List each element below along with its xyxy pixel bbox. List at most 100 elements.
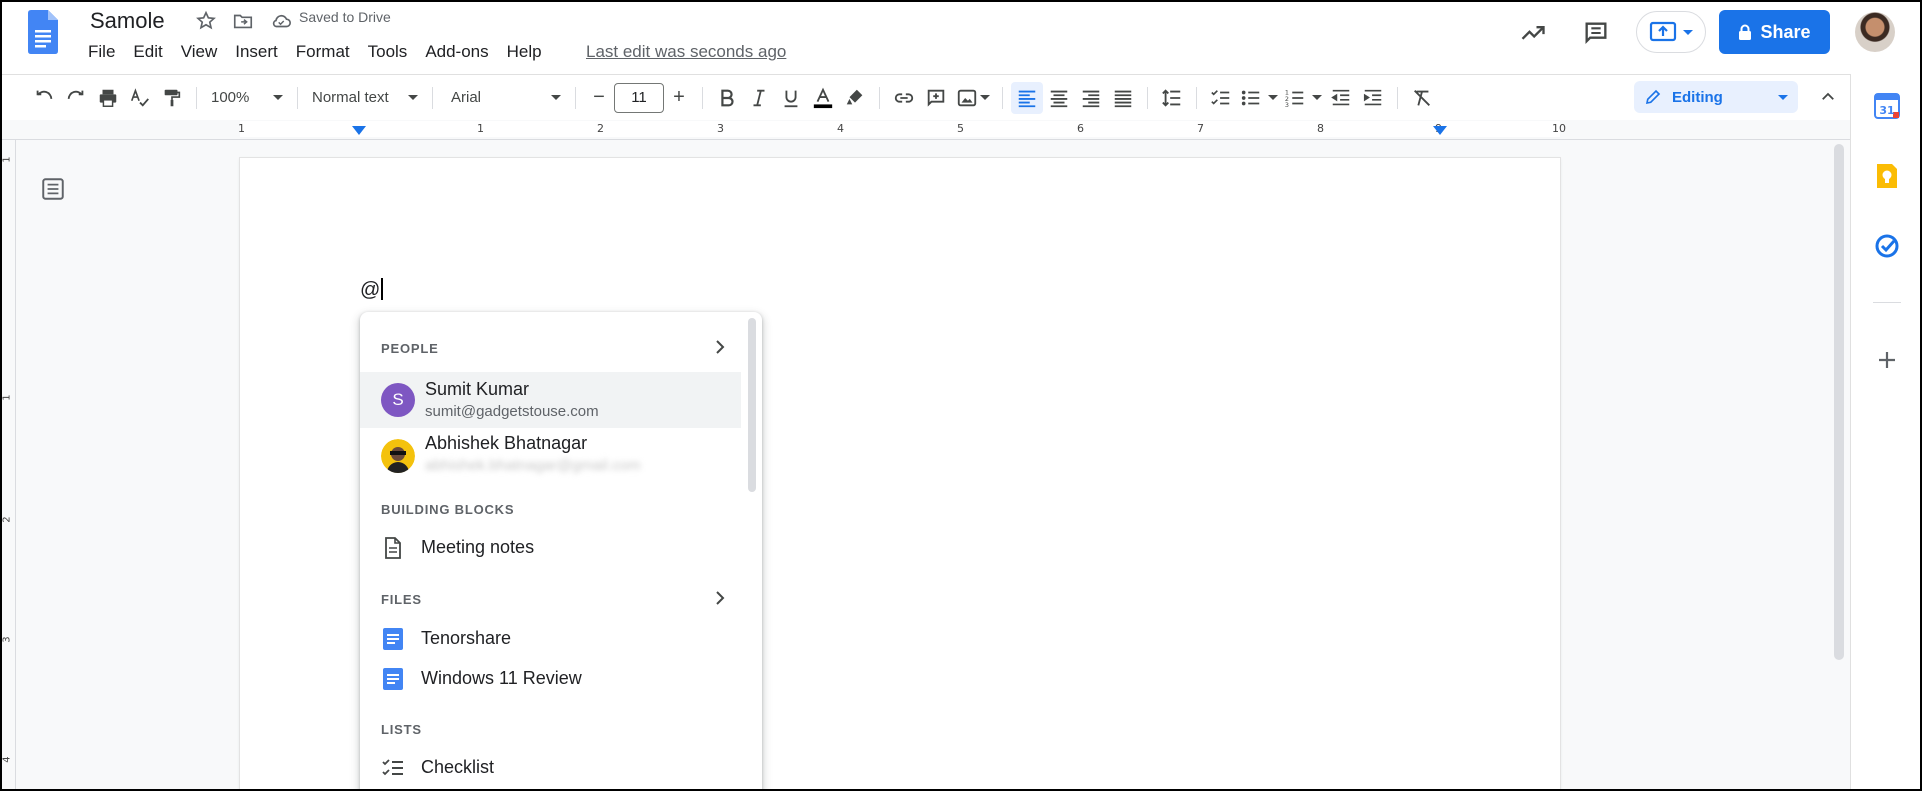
menu-add-ons[interactable]: Add-ons [417, 40, 496, 64]
ruler-number: 1 [1, 156, 13, 163]
chevron-down-icon [551, 95, 561, 100]
app-window: Samole Saved to Drive File Edit View Ins… [0, 0, 1922, 791]
building-block-item-meeting-notes[interactable]: Meeting notes [360, 528, 741, 568]
print-icon[interactable] [92, 82, 124, 114]
bold-icon[interactable] [711, 82, 743, 114]
divider [1002, 86, 1003, 109]
google-keep-icon[interactable] [1873, 162, 1901, 190]
editing-mode-select[interactable]: Editing [1634, 81, 1798, 113]
file-item-windows-11-review[interactable]: Windows 11 Review [360, 660, 741, 698]
right-indent-marker[interactable] [1433, 126, 1447, 135]
align-center-icon[interactable] [1043, 82, 1075, 114]
divider [196, 86, 197, 109]
google-calendar-icon[interactable]: 31 [1873, 92, 1901, 120]
ruler-number: 2 [597, 122, 604, 135]
divider [1397, 86, 1398, 109]
document-outline-icon[interactable] [40, 176, 66, 202]
checklist-icon[interactable] [1205, 82, 1237, 114]
comments-icon[interactable] [1579, 16, 1613, 50]
person-item-abhishek-bhatnagar[interactable]: Abhishek Bhatnagar abhishek.bhatnagar@gm… [360, 428, 741, 484]
align-right-icon[interactable] [1075, 82, 1107, 114]
typed-at-symbol: @ [360, 279, 381, 301]
spellcheck-icon[interactable] [124, 82, 156, 114]
align-left-icon[interactable] [1011, 81, 1043, 114]
font-size-input[interactable]: 11 [614, 82, 664, 113]
person-item-sumit-kumar[interactable]: S Sumit Kumar sumit@gadgetstouse.com [360, 372, 741, 428]
present-button[interactable] [1636, 11, 1706, 53]
numbered-list-icon[interactable]: 123 [1281, 82, 1325, 114]
menu-scrollbar[interactable] [748, 318, 756, 492]
paragraph-style-select[interactable]: Normal text [306, 82, 424, 114]
document-text[interactable]: @ [360, 278, 384, 302]
menu-format[interactable]: Format [288, 40, 358, 64]
vertical-scrollbar[interactable] [1834, 144, 1844, 660]
chevron-right-icon[interactable] [712, 590, 728, 606]
menu-tools[interactable]: Tools [360, 40, 416, 64]
google-tasks-icon[interactable] [1873, 232, 1901, 260]
activity-trend-icon[interactable] [1516, 16, 1550, 50]
person-photo-icon [381, 439, 415, 473]
header: Samole Saved to Drive File Edit View Ins… [2, 2, 1920, 74]
redo-icon[interactable] [60, 82, 92, 114]
ruler-number: 10 [1552, 122, 1566, 135]
menu-file[interactable]: File [80, 40, 123, 64]
smart-chip-menu: PEOPLE S Sumit Kumar sumit@gadgetstouse.… [360, 312, 762, 789]
editing-mode-label: Editing [1672, 88, 1723, 106]
bulleted-list-icon[interactable] [1237, 82, 1281, 114]
decrease-font-size-button[interactable]: − [584, 83, 614, 113]
menu-view[interactable]: View [173, 40, 226, 64]
toolbar: 100% Normal text Arial − 11 + 123 Editin… [2, 74, 1850, 120]
chevron-down-icon [1778, 94, 1788, 100]
vertical-ruler: 1 1 2 3 4 [1, 140, 16, 789]
increase-indent-icon[interactable] [1357, 82, 1389, 114]
item-label: Tenorshare [421, 628, 512, 648]
chevron-down-icon [1683, 29, 1693, 35]
add-comment-icon[interactable] [920, 82, 952, 114]
person-email: sumit@gadgetstouse.com [425, 403, 599, 420]
insert-image-icon[interactable] [952, 82, 994, 114]
menu-bar: File Edit View Insert Format Tools Add-o… [80, 40, 552, 64]
italic-icon[interactable] [743, 82, 775, 114]
increase-font-size-button[interactable]: + [664, 83, 694, 113]
chevron-right-icon[interactable] [712, 339, 728, 355]
document-icon [385, 537, 401, 559]
chevron-down-icon [980, 95, 990, 100]
clear-formatting-icon[interactable] [1406, 82, 1438, 114]
hide-menus-chevron-up-icon[interactable] [1814, 83, 1842, 111]
menu-help[interactable]: Help [499, 40, 550, 64]
zoom-select[interactable]: 100% [205, 82, 289, 114]
decrease-indent-icon[interactable] [1325, 82, 1357, 114]
underline-icon[interactable] [775, 82, 807, 114]
line-spacing-icon[interactable] [1156, 82, 1188, 114]
last-edit-link[interactable]: Last edit was seconds ago [586, 42, 786, 62]
divider [879, 86, 880, 109]
file-item-tenorshare[interactable]: Tenorshare [360, 620, 741, 658]
item-label: Meeting notes [421, 537, 535, 557]
document-title[interactable]: Samole [88, 6, 167, 36]
lock-icon [1739, 24, 1752, 40]
add-plus-icon[interactable] [1873, 346, 1901, 374]
highlight-color-icon[interactable] [839, 82, 871, 114]
move-folder-icon[interactable] [230, 8, 256, 34]
menu-edit[interactable]: Edit [125, 40, 170, 64]
person-avatar: S [381, 383, 415, 417]
account-avatar[interactable] [1855, 12, 1895, 52]
list-item-checklist[interactable]: Checklist [360, 748, 741, 788]
paint-format-icon[interactable] [156, 82, 188, 114]
undo-icon[interactable] [28, 82, 60, 114]
insert-link-icon[interactable] [888, 82, 920, 114]
share-button[interactable]: Share [1719, 10, 1830, 54]
chevron-down-icon [1268, 95, 1278, 100]
align-justify-icon[interactable] [1107, 82, 1139, 114]
item-label: Windows 11 Review [421, 668, 582, 688]
text-color-icon[interactable] [807, 82, 839, 114]
ruler-number: 4 [837, 122, 844, 135]
chevron-down-icon [1312, 95, 1322, 100]
pencil-icon [1645, 89, 1661, 105]
star-icon[interactable] [193, 8, 219, 34]
font-family-select[interactable]: Arial [445, 82, 567, 114]
left-indent-marker[interactable] [352, 126, 366, 135]
google-docs-logo-icon[interactable] [28, 10, 58, 54]
cloud-saved-icon[interactable] [268, 8, 294, 34]
menu-insert[interactable]: Insert [227, 40, 286, 64]
